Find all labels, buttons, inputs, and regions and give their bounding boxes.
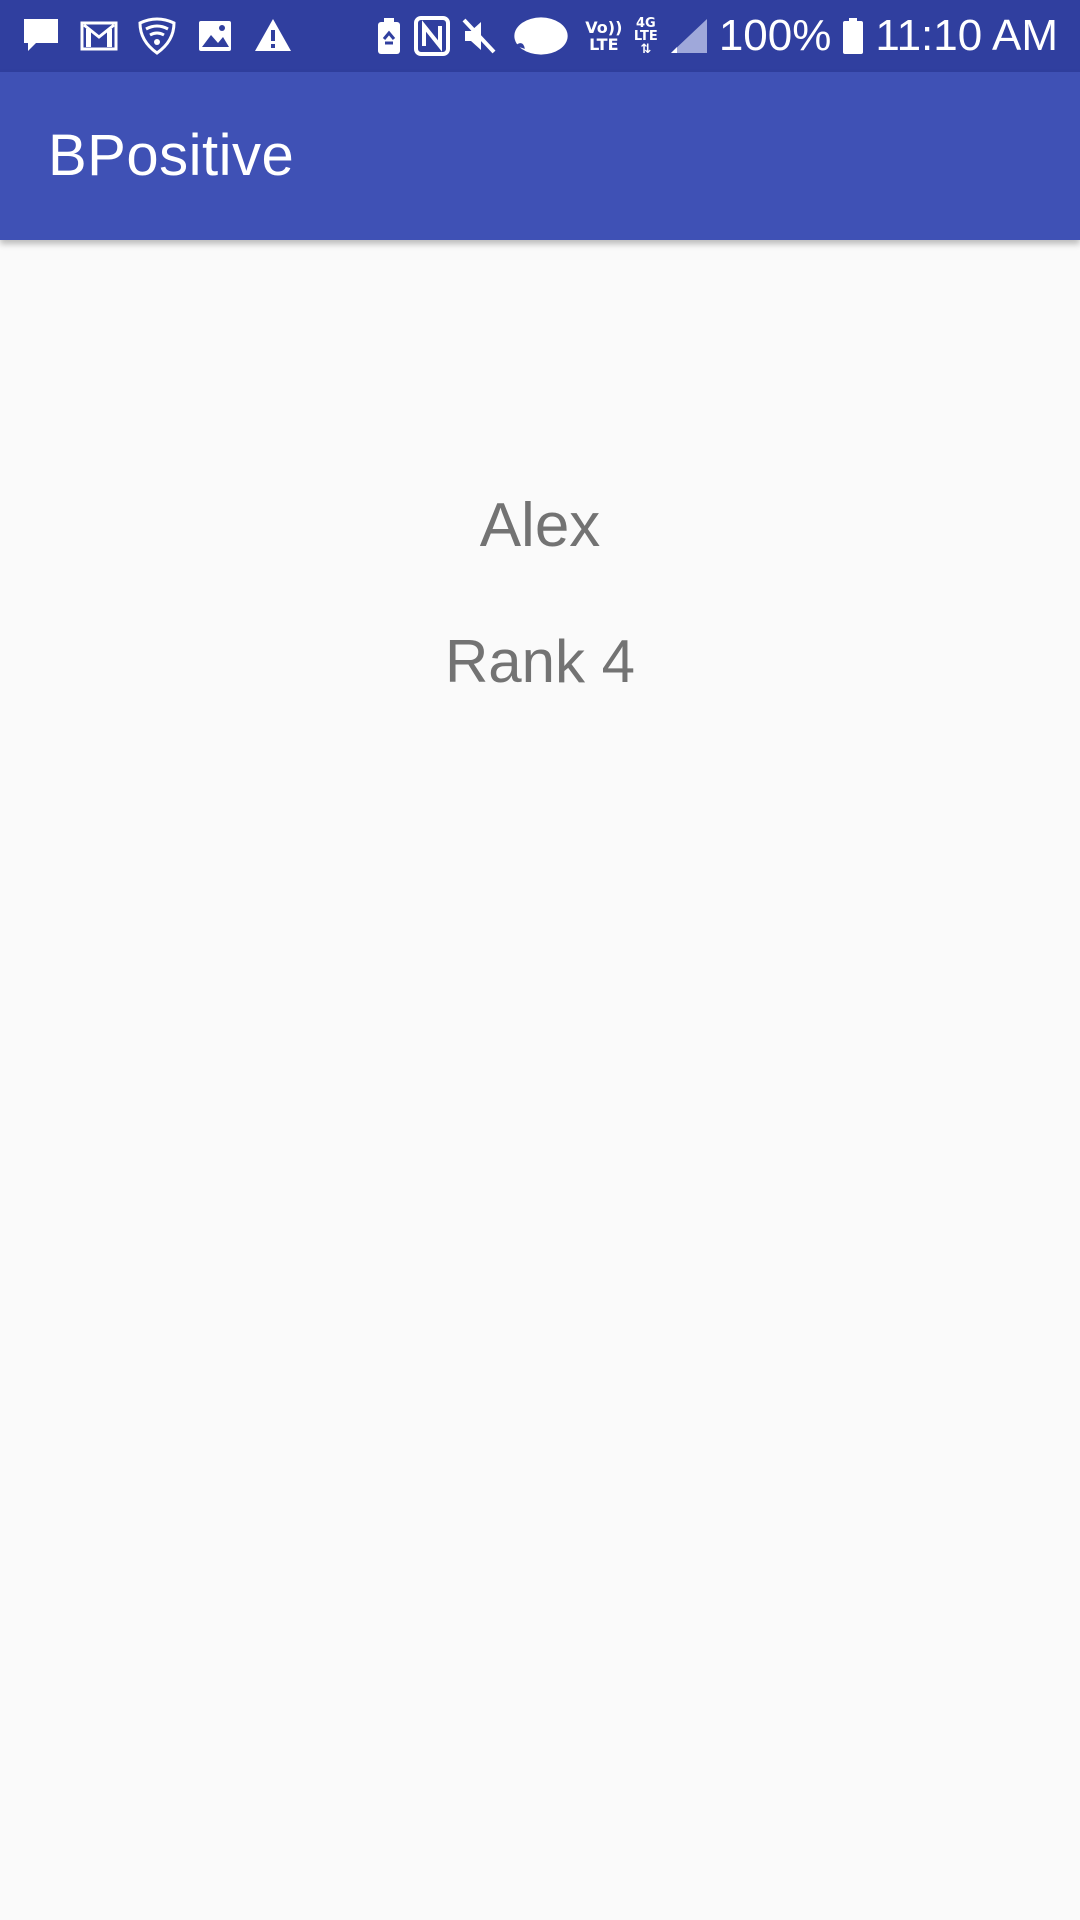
player-rank: Rank 4: [444, 628, 636, 695]
screen: Vo)) LTE 4G LTE ⇅ 100% 11:10 AM BPositiv…: [0, 0, 1080, 1920]
main-content: Alex Rank 4: [0, 240, 1080, 1920]
gmail-icon: [78, 15, 120, 57]
status-left-icons: [20, 14, 294, 58]
oval-icon: [507, 15, 575, 57]
app-bar: BPositive: [0, 72, 1080, 240]
volte-top-label: Vo)): [585, 18, 623, 37]
network-type-label: 4G: [635, 15, 656, 31]
battery-percent: 100%: [718, 11, 832, 60]
nfc-icon: [413, 15, 451, 57]
battery-icon: [841, 15, 865, 57]
image-icon: [194, 15, 236, 57]
mute-icon: [461, 15, 497, 57]
status-time: 11:10 AM: [875, 11, 1058, 60]
message-icon: [20, 15, 62, 57]
battery-saver-icon: [375, 15, 403, 57]
player-name: Alex: [479, 491, 601, 560]
status-right-icons: Vo)) LTE 4G LTE ⇅ 100% 11:10 AM: [375, 10, 1058, 62]
data-arrows-icon: ⇅: [640, 41, 652, 57]
network-sub-label: LTE: [633, 28, 658, 44]
status-bar: Vo)) LTE 4G LTE ⇅ 100% 11:10 AM: [0, 0, 1080, 72]
volte-bottom-label: LTE: [589, 35, 619, 54]
data-4g-icon: 4G LTE ⇅: [633, 17, 659, 56]
warning-icon: [252, 15, 294, 57]
wifi-shield-icon: [136, 15, 178, 57]
signal-icon: [669, 15, 709, 57]
app-title: BPositive: [48, 123, 295, 188]
volte-icon: Vo)) LTE: [585, 19, 623, 53]
